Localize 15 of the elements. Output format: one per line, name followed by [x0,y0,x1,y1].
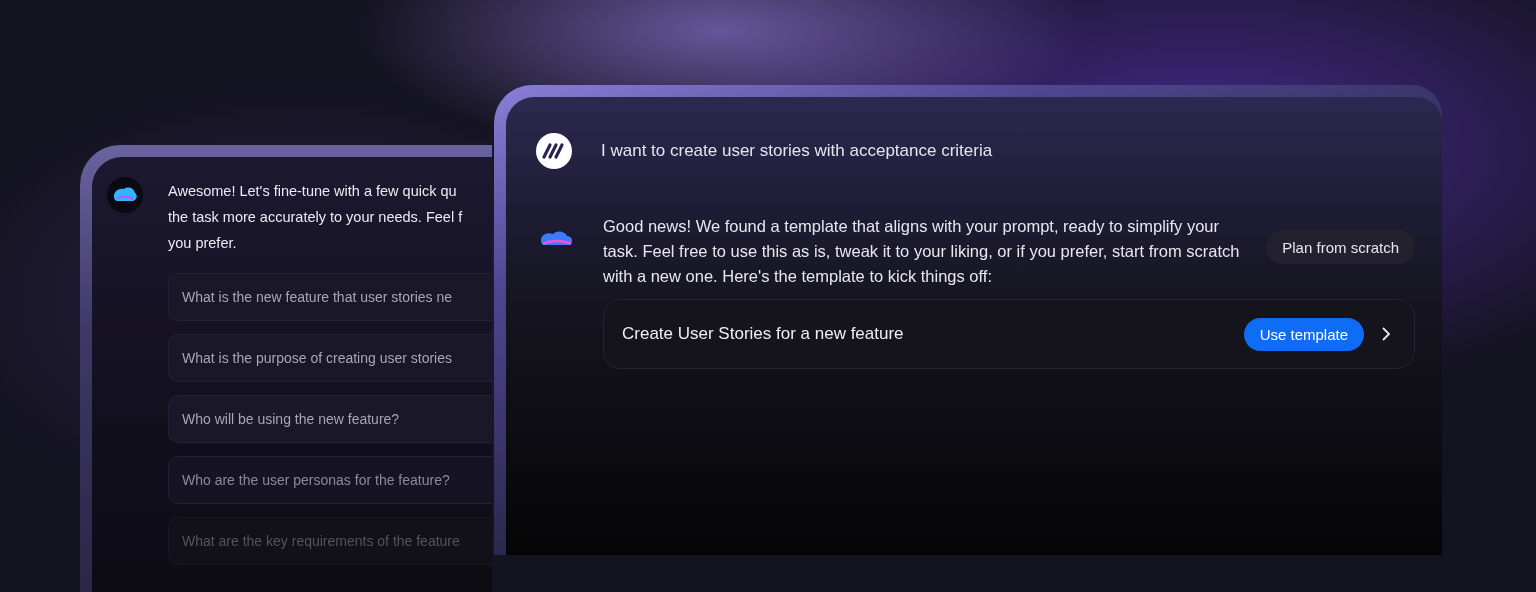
use-template-button[interactable]: Use template [1243,317,1364,351]
assistant-message: Awesome! Let's fine-tune with a few quick qu [168,182,458,201]
question-suggestion[interactable]: Who are the user personas for the feature? [168,456,492,504]
template-title: Create User Stories for a new feature [622,324,905,344]
assistant-message: the task more accurately to your needs. Feel f [168,208,463,227]
assistant-message: you prefer. [168,234,238,253]
user-message: I want to create user stories with acceptance criteria [601,140,993,161]
cloud-avatar-icon [107,177,143,213]
question-suggestion[interactable]: Who will be using the new feature? [168,395,492,443]
assistant-message: Good news! We found a template that aligns with your prompt, ready to simplify your task. Feel free to use this as is, tweak it to your liking, or if you prefer, start from scratch with a new one. Here's the template to kick things off: [603,216,1241,287]
question-suggestion[interactable]: What is the new feature that user stories ne [168,273,492,321]
chevron-right-icon[interactable] [1380,326,1392,342]
question-suggestion[interactable]: What is the purpose of creating user stories [168,334,492,382]
slashes-logo-icon [536,132,572,169]
plan-from-scratch-button[interactable]: Plan from scratch [1266,230,1415,264]
